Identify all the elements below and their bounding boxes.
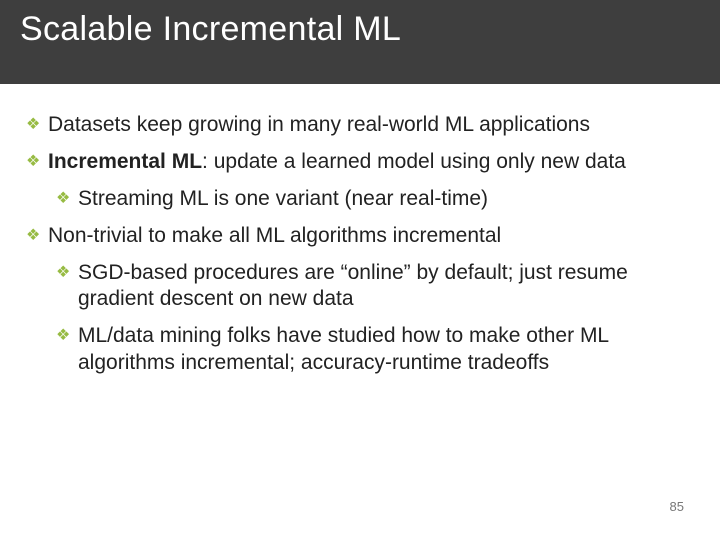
bullet-text-bold: Incremental ML bbox=[48, 150, 202, 173]
bullet-sub-item: Streaming ML is one variant (near real-t… bbox=[56, 186, 694, 213]
slide-title: Scalable Incremental ML bbox=[20, 10, 700, 49]
bullet-text: Non-trivial to make all ML algorithms in… bbox=[48, 224, 501, 247]
bullet-sub-item: SGD-based procedures are “online” by def… bbox=[56, 260, 694, 314]
bullet-item: Incremental ML: update a learned model u… bbox=[26, 149, 694, 176]
bullet-text: ML/data mining folks have studied how to… bbox=[78, 324, 608, 374]
bullet-item: Non-trivial to make all ML algorithms in… bbox=[26, 223, 694, 250]
content-area: Datasets keep growing in many real-world… bbox=[0, 84, 720, 377]
title-bar: Scalable Incremental ML bbox=[0, 0, 720, 84]
page-number: 85 bbox=[670, 499, 684, 514]
bullet-item: Datasets keep growing in many real-world… bbox=[26, 112, 694, 139]
bullet-text: : update a learned model using only new … bbox=[202, 150, 626, 173]
bullet-text: SGD-based procedures are “online” by def… bbox=[78, 261, 628, 311]
slide: Scalable Incremental ML Datasets keep gr… bbox=[0, 0, 720, 540]
bullet-text: Streaming ML is one variant (near real-t… bbox=[78, 187, 488, 210]
bullet-text: Datasets keep growing in many real-world… bbox=[48, 113, 590, 136]
bullet-sub-item: ML/data mining folks have studied how to… bbox=[56, 323, 694, 377]
